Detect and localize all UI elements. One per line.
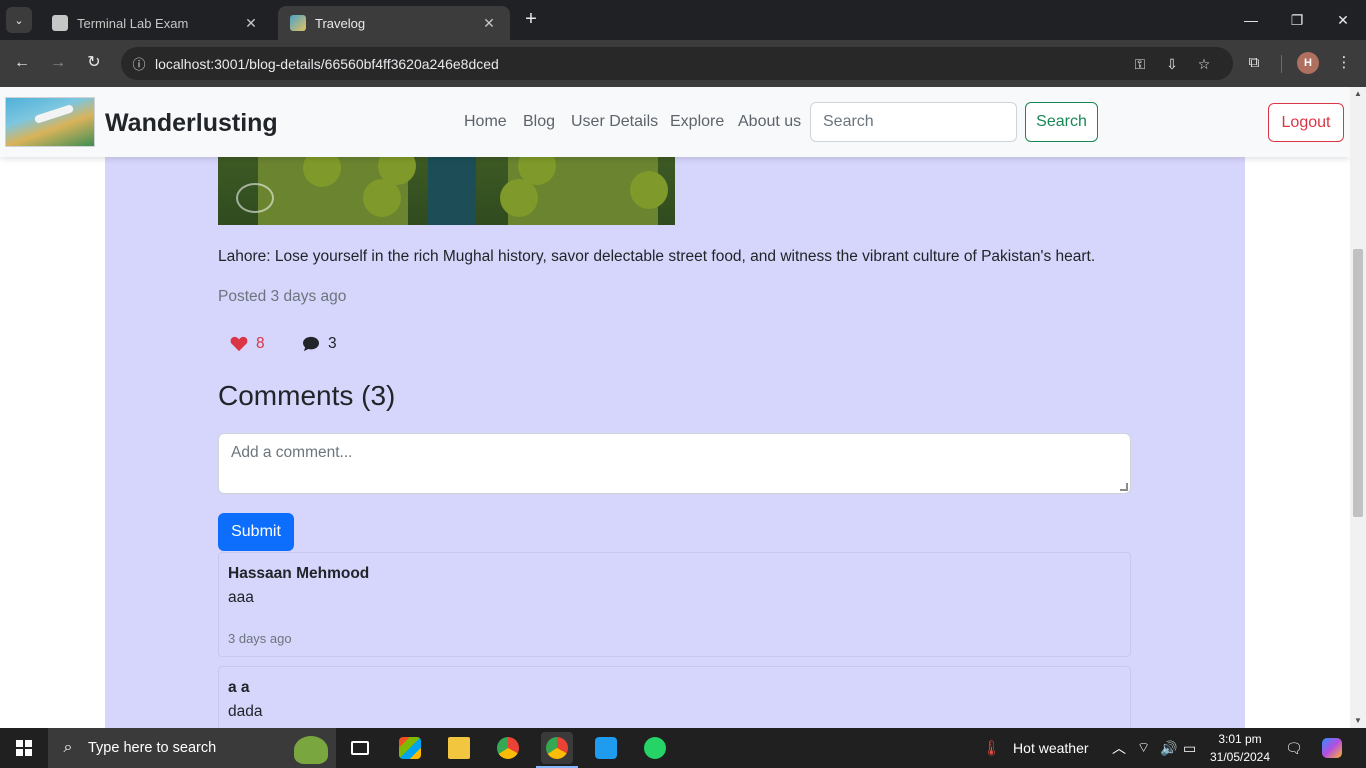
nav-link-about-us[interactable]: About us <box>738 113 801 131</box>
browser-toolbar: ← → ↻ ⓘ localhost:3001/blog-details/6656… <box>0 40 1366 87</box>
comment-author: a a <box>228 679 250 696</box>
address-bar[interactable]: ⓘ localhost:3001/blog-details/66560bf4ff… <box>121 47 1233 80</box>
comment-bubble-icon <box>303 336 319 352</box>
weather-text: Hot weather <box>1013 740 1089 756</box>
comment-author: Hassaan Mehmood <box>228 565 370 582</box>
tab-search-menu-button[interactable]: ⌄ <box>6 7 32 33</box>
search-input[interactable]: Search <box>810 102 1017 142</box>
scrollbar-thumb[interactable] <box>1353 249 1363 517</box>
clock-time: 3:01 pm <box>1218 732 1262 746</box>
blog-post-image <box>218 157 675 225</box>
nav-link-user-details[interactable]: User Details <box>571 113 658 131</box>
show-hidden-icons-icon[interactable]: ︿ <box>1112 728 1126 768</box>
nav-link-explore[interactable]: Explore <box>670 113 724 131</box>
comment-body: aaa <box>228 589 254 606</box>
search-highlight-icon <box>294 736 328 764</box>
nav-link-home[interactable]: Home <box>464 113 507 131</box>
browser-tab-terminal-lab-exam[interactable]: Terminal Lab Exam ✕ <box>40 6 272 40</box>
volume-icon[interactable]: 🔊 <box>1160 728 1177 768</box>
toolbar-divider <box>1281 55 1282 73</box>
taskbar-search-box[interactable]: ⌕ Type here to search <box>48 728 336 768</box>
comment-time: 3 days ago <box>228 631 292 646</box>
windows-logo-icon <box>16 740 32 756</box>
submit-comment-button[interactable]: Submit <box>218 513 294 551</box>
bookmark-star-icon[interactable]: ☆ <box>1193 53 1215 75</box>
comment-body: dada <box>228 703 263 720</box>
notifications-icon[interactable]: 🗨 <box>1285 728 1303 768</box>
browser-menu-icon[interactable]: ⋮ <box>1333 52 1355 74</box>
browser-tab-strip: ⌄ Terminal Lab Exam ✕ Travelog ✕ + — ❐ ✕ <box>0 0 1366 40</box>
url-text[interactable]: localhost:3001/blog-details/66560bf4ff36… <box>155 56 499 72</box>
file-explorer-icon[interactable] <box>443 732 475 764</box>
blog-post-text: Lahore: Lose yourself in the rich Mughal… <box>218 248 1096 265</box>
weather-widget[interactable]: 🌡 Hot weather <box>982 728 1089 768</box>
close-tab-icon[interactable]: ✕ <box>480 15 498 32</box>
network-icon[interactable]: ⌔ <box>1137 728 1150 768</box>
page-scrollbar[interactable]: ▲ ▼ <box>1350 87 1366 728</box>
page-viewport: Wanderlusting Home Blog User Details Exp… <box>0 87 1350 728</box>
minimize-window-icon[interactable]: — <box>1236 8 1266 32</box>
browser-tab-travelog[interactable]: Travelog ✕ <box>278 6 510 40</box>
logout-button[interactable]: Logout <box>1268 103 1344 142</box>
profile-avatar[interactable]: H <box>1297 52 1319 74</box>
microsoft-store-icon[interactable] <box>394 732 426 764</box>
install-app-icon[interactable]: ⇩ <box>1161 53 1183 75</box>
nav-link-blog[interactable]: Blog <box>523 113 555 131</box>
like-count: 8 <box>256 335 265 352</box>
scroll-up-icon[interactable]: ▲ <box>1350 87 1366 101</box>
comment-count-button[interactable]: 3 <box>302 335 337 353</box>
clock-date: 31/05/2024 <box>1209 750 1271 764</box>
vscode-icon[interactable] <box>590 732 622 764</box>
image-watermark <box>236 183 274 213</box>
comment-placeholder: Add a comment... <box>231 444 353 461</box>
thermometer-icon: 🌡 <box>982 740 1002 757</box>
resize-handle-icon[interactable] <box>1120 483 1128 491</box>
new-tab-button[interactable]: + <box>520 9 542 31</box>
start-button[interactable] <box>0 728 48 768</box>
site-info-icon[interactable]: ⓘ <box>123 54 155 73</box>
close-window-icon[interactable]: ✕ <box>1328 8 1358 32</box>
comment-card: a a dada <box>218 666 1131 728</box>
comments-heading: Comments (3) <box>218 380 396 411</box>
windows-taskbar: ⌕ Type here to search 🌡 Hot weather ︿ ⌔ … <box>0 728 1366 768</box>
search-icon: ⌕ <box>63 739 73 756</box>
brand-name[interactable]: Wanderlusting <box>105 109 278 138</box>
battery-icon[interactable]: ▭ <box>1183 728 1196 768</box>
tab-title: Terminal Lab Exam <box>77 15 189 31</box>
chrome-icon[interactable] <box>492 732 524 764</box>
comment-card: Hassaan Mehmood aaa 3 days ago <box>218 552 1131 657</box>
comment-count: 3 <box>328 335 337 352</box>
restore-window-icon[interactable]: ❐ <box>1282 8 1312 32</box>
site-navbar: Wanderlusting Home Blog User Details Exp… <box>0 87 1350 157</box>
forward-arrow-icon[interactable]: → <box>47 52 69 74</box>
extensions-icon[interactable]: ⧉ <box>1243 52 1265 74</box>
tab-favicon-icon <box>290 15 306 31</box>
comment-textarea[interactable]: Add a comment... <box>218 433 1131 494</box>
posted-time: Posted 3 days ago <box>218 288 347 305</box>
reload-icon[interactable]: ↻ <box>83 52 105 74</box>
password-key-icon[interactable]: ⚿ <box>1129 53 1151 75</box>
tab-favicon-icon <box>52 15 68 31</box>
whatsapp-icon[interactable] <box>639 732 671 764</box>
search-button[interactable]: Search <box>1025 102 1098 142</box>
heart-icon <box>230 336 248 352</box>
close-tab-icon[interactable]: ✕ <box>242 15 260 32</box>
scroll-down-icon[interactable]: ▼ <box>1350 714 1366 728</box>
back-arrow-icon[interactable]: ← <box>11 52 33 74</box>
task-view-icon[interactable] <box>344 732 376 764</box>
chrome-profile-icon[interactable] <box>541 732 573 764</box>
like-button[interactable]: 8 <box>230 335 265 353</box>
taskbar-search-text: Type here to search <box>88 740 217 756</box>
tab-title: Travelog <box>315 15 366 31</box>
taskbar-clock[interactable]: 3:01 pm 31/05/2024 <box>1208 730 1272 766</box>
copilot-icon[interactable] <box>1322 728 1342 768</box>
brand-logo[interactable] <box>5 97 95 147</box>
